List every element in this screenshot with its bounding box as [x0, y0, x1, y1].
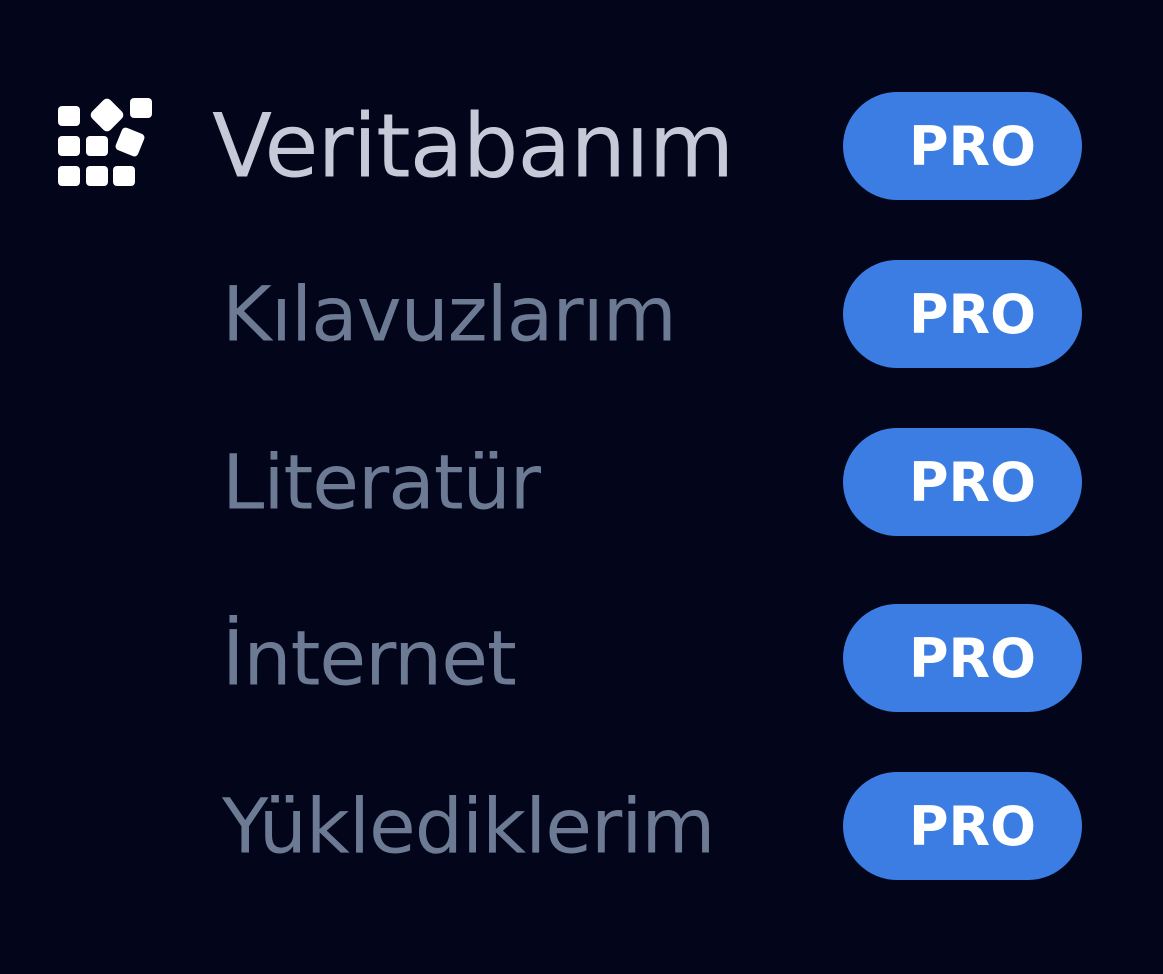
menu-item-label: Literatür — [222, 437, 541, 527]
menu-item-label: İnternet — [222, 613, 517, 703]
menu-item-label: Yüklediklerim — [222, 781, 715, 871]
menu-item-literatur[interactable]: Literatür PRO — [0, 428, 1163, 536]
menu-item-yuklediklerim[interactable]: Yüklediklerim PRO — [0, 772, 1163, 880]
menu-item-internet[interactable]: İnternet PRO — [0, 604, 1163, 712]
pro-badge: PRO — [843, 428, 1082, 536]
database-icon — [56, 96, 154, 190]
pro-badge: PRO — [843, 260, 1082, 368]
menu-item-label: Veritabanım — [212, 94, 734, 198]
pro-badge: PRO — [843, 92, 1082, 200]
pro-badge: PRO — [843, 604, 1082, 712]
pro-badge: PRO — [843, 772, 1082, 880]
menu-item-label: Kılavuzlarım — [222, 269, 677, 359]
menu-item-kilavuzlarim[interactable]: Kılavuzlarım PRO — [0, 260, 1163, 368]
menu-item-veritabanim[interactable]: Veritabanım PRO — [0, 92, 1163, 200]
